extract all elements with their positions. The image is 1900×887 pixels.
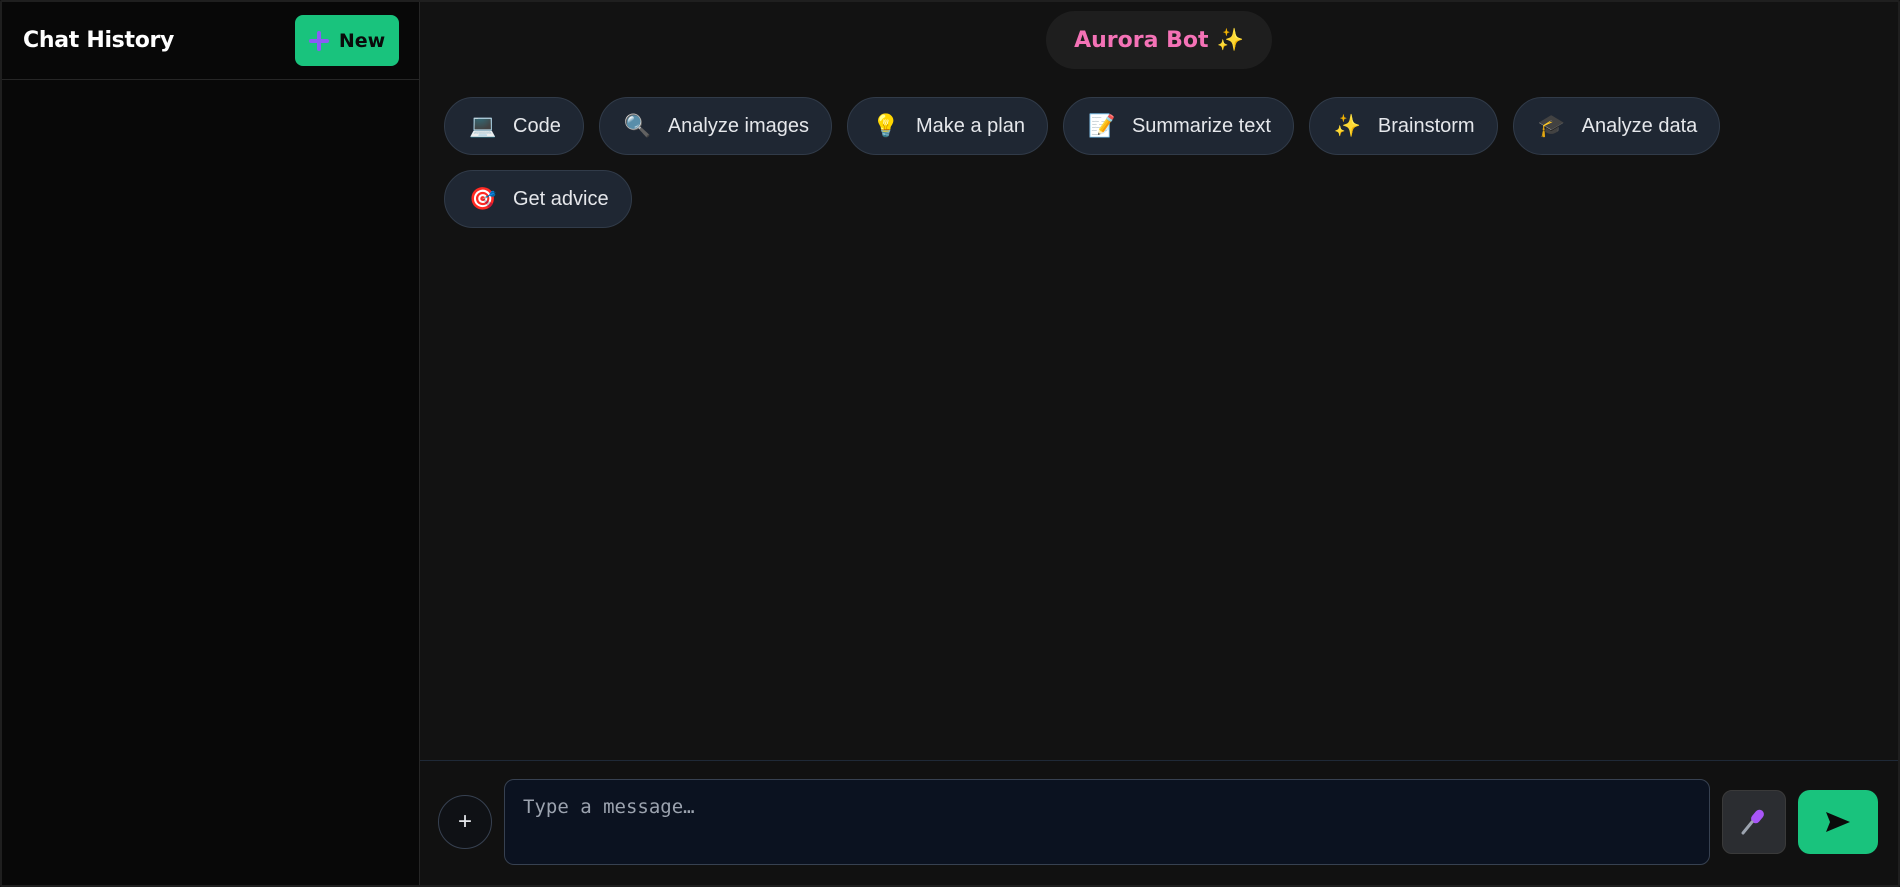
sidebar: Chat History New xyxy=(2,2,420,885)
lightbulb-icon: 💡 xyxy=(872,113,900,138)
chip-summarize-text[interactable]: 📝 Summarize text xyxy=(1062,97,1294,155)
chip-label: Code xyxy=(513,114,561,137)
send-button[interactable] xyxy=(1798,790,1878,854)
new-chat-label: New xyxy=(338,29,386,52)
topbar: Aurora Bot ✨ xyxy=(420,2,1898,82)
chat-history-list xyxy=(2,80,419,885)
new-chat-button[interactable]: New xyxy=(295,15,399,66)
chip-label: Summarize text xyxy=(1131,114,1271,137)
suggestion-chips: 💻 Code 🔍 Analyze images 💡 Make a plan 📝 … xyxy=(420,82,1760,228)
sparkles-icon: ✨ xyxy=(1216,27,1244,52)
app-window: Chat History New Aurora Bot ✨ 💻 Code 🔍 A… xyxy=(0,0,1900,887)
chip-label: Brainstorm xyxy=(1377,114,1475,137)
chip-analyze-data[interactable]: 🎓 Analyze data xyxy=(1512,97,1721,155)
memo-icon: 📝 xyxy=(1087,113,1116,138)
chip-label: Analyze images xyxy=(667,114,809,137)
chip-label: Make a plan xyxy=(916,114,1025,137)
chip-analyze-images[interactable]: 🔍 Analyze images xyxy=(598,97,832,155)
message-input[interactable] xyxy=(504,779,1710,865)
chip-brainstorm[interactable]: ✨ Brainstorm xyxy=(1308,97,1498,155)
attach-button[interactable]: + xyxy=(438,795,492,849)
microphone-icon xyxy=(1741,809,1764,835)
sidebar-header: Chat History New xyxy=(2,2,419,80)
magnifier-icon: 🔍 xyxy=(623,113,652,138)
chip-label: Analyze data xyxy=(1581,114,1698,137)
chip-get-advice[interactable]: 🎯 Get advice xyxy=(444,170,632,228)
composer: + xyxy=(420,760,1898,885)
sidebar-title: Chat History xyxy=(23,28,175,53)
microphone-button[interactable] xyxy=(1722,790,1786,854)
main-panel: Aurora Bot ✨ 💻 Code 🔍 Analyze images 💡 M… xyxy=(420,2,1898,885)
laptop-icon: 💻 xyxy=(469,113,497,138)
chip-make-a-plan[interactable]: 💡 Make a plan xyxy=(847,97,1048,155)
bot-title-pill: Aurora Bot ✨ xyxy=(1046,11,1272,69)
chat-area xyxy=(420,228,1898,760)
send-icon xyxy=(1826,812,1850,832)
graduation-cap-icon: 🎓 xyxy=(1537,113,1566,138)
target-icon: 🎯 xyxy=(469,186,497,211)
bot-name: Aurora Bot xyxy=(1074,27,1209,53)
sparkles-icon: ✨ xyxy=(1333,113,1362,138)
plus-icon xyxy=(308,30,329,51)
chip-code[interactable]: 💻 Code xyxy=(444,97,584,155)
chip-label: Get advice xyxy=(513,187,609,210)
